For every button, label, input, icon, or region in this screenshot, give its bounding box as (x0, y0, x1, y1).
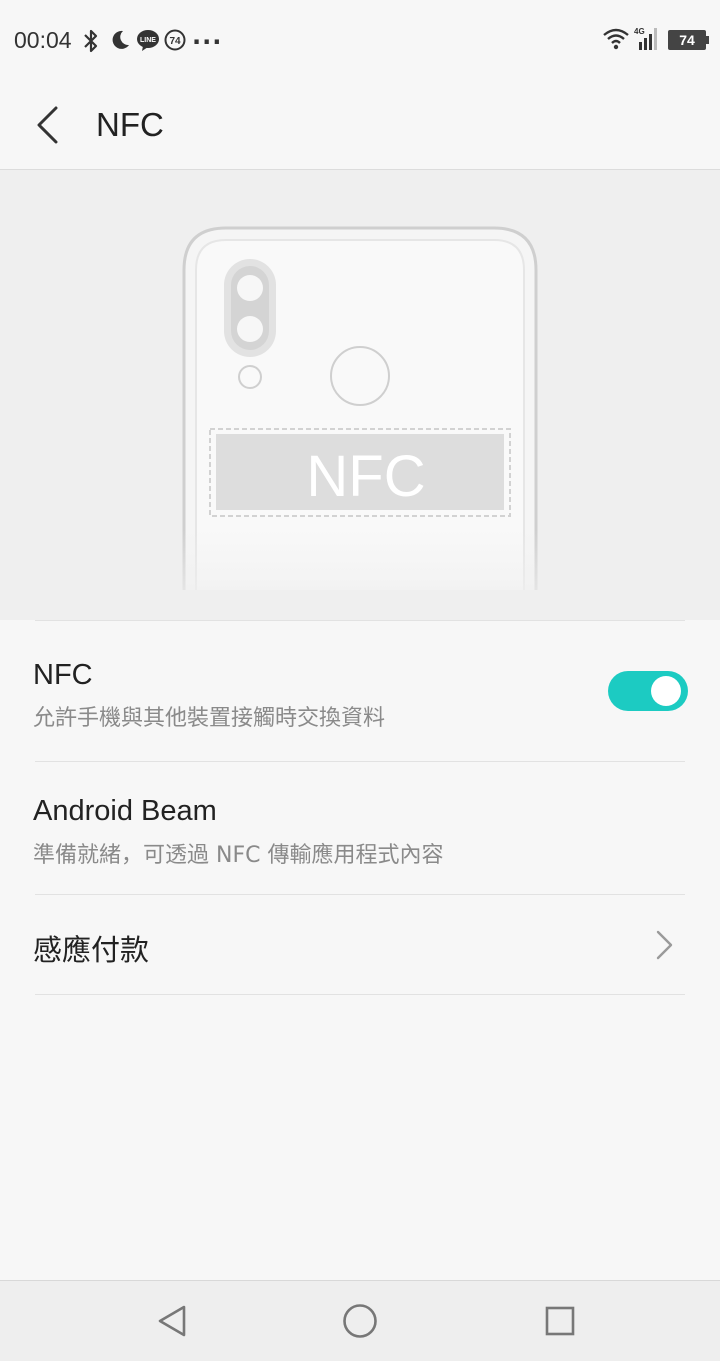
page-title: NFC (96, 106, 164, 143)
more-notifications-icon: ... (192, 22, 223, 50)
svg-text:LINE: LINE (140, 37, 156, 44)
network-label: 4G (634, 27, 645, 36)
nfc-setting-title: NFC (33, 659, 93, 691)
notification-badge-text: 74 (169, 36, 181, 47)
back-triangle-icon[interactable] (150, 1299, 194, 1343)
system-nav-bar (0, 1280, 720, 1361)
nfc-toggle[interactable] (608, 671, 688, 711)
wifi-icon (603, 28, 629, 50)
status-time: 00:04 (14, 27, 72, 53)
app-bar: NFC (0, 80, 720, 170)
nfc-illustration-label: NFC (306, 444, 425, 509)
bluetooth-icon (84, 29, 98, 53)
toggle-knob (651, 676, 681, 706)
status-bar: 00:04 LINE 74 ... 4G 74 (0, 0, 720, 80)
nfc-setting-subtitle: 允許手機與其他裝置接觸時交換資料 (33, 706, 386, 731)
android-beam-title: Android Beam (33, 795, 217, 827)
back-arrow-icon[interactable] (22, 100, 72, 150)
home-circle-icon[interactable] (338, 1299, 382, 1343)
android-beam-subtitle: 準備就緒，可透過 NFC 傳輸應用程式內容 (33, 843, 444, 868)
tap-pay-row[interactable]: 感應付款 (0, 895, 720, 994)
android-beam-row[interactable]: Android Beam 準備就緒，可透過 NFC 傳輸應用程式內容 (0, 762, 720, 894)
tap-pay-title: 感應付款 (33, 935, 150, 967)
signal-4g-icon: 4G (634, 27, 657, 50)
nfc-illustration: NFC (0, 170, 720, 620)
battery-tip (706, 36, 709, 44)
line-app-icon: LINE (137, 30, 159, 51)
divider (35, 994, 685, 995)
recents-square-icon[interactable] (538, 1299, 582, 1343)
moon-icon (112, 30, 129, 49)
battery-level: 74 (679, 32, 695, 48)
phone-back-nfc-illustration: NFC (150, 226, 570, 620)
notification-74-icon: 74 (164, 29, 186, 51)
chevron-right-icon (656, 930, 673, 960)
